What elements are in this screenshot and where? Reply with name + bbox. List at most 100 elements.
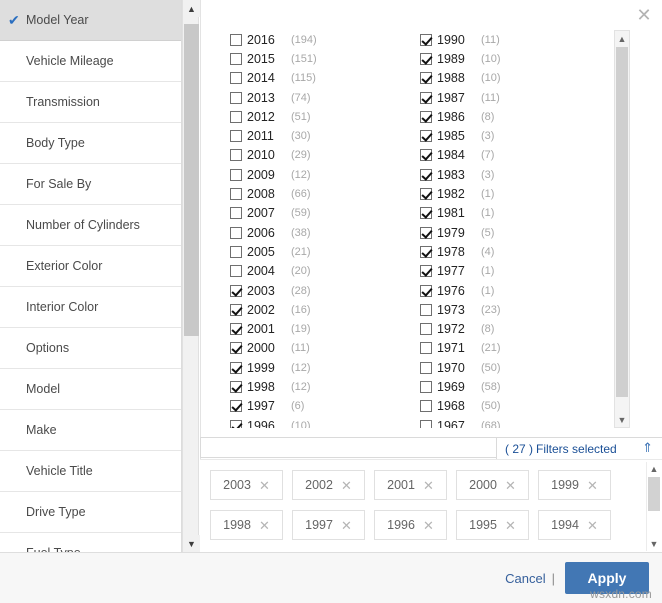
option-list-scroll-up-icon[interactable]: ▲ xyxy=(615,31,629,46)
year-option-row[interactable]: 2010 (29) xyxy=(230,146,415,165)
year-option-row[interactable]: 2014 (115) xyxy=(230,69,415,88)
year-option-row[interactable]: 1998 (12) xyxy=(230,377,415,396)
checkbox-icon[interactable] xyxy=(420,245,432,258)
checkbox-icon[interactable] xyxy=(420,149,432,162)
year-option-row[interactable]: 2011 (30) xyxy=(230,126,415,145)
close-icon[interactable]: ✕ xyxy=(505,479,516,492)
year-option-row[interactable]: 1997 (6) xyxy=(230,397,415,416)
filter-tag[interactable]: 2003 ✕ xyxy=(210,470,283,500)
option-list-scroll-down-icon[interactable]: ▼ xyxy=(615,412,629,427)
filter-tag[interactable]: 1994 ✕ xyxy=(538,510,611,540)
year-option-row[interactable]: 2008 (66) xyxy=(230,184,415,203)
sidebar-item-exterior-color[interactable]: Exterior Color xyxy=(0,246,181,287)
checkbox-icon[interactable] xyxy=(230,361,242,374)
checkbox-icon[interactable] xyxy=(420,188,432,201)
option-list-scrollbar[interactable]: ▲ ▼ xyxy=(614,30,630,428)
checkbox-icon[interactable] xyxy=(230,303,242,316)
sidebar-item-model-year[interactable]: ✔ Model Year xyxy=(0,0,181,41)
sidebar-item-options[interactable]: Options xyxy=(0,328,181,369)
checkbox-icon[interactable] xyxy=(230,207,242,220)
checkbox-icon[interactable] xyxy=(230,226,242,239)
year-option-row[interactable]: 2013 (74) xyxy=(230,88,415,107)
year-option-row[interactable]: 1981 (1) xyxy=(420,204,605,223)
filter-tag[interactable]: 1998 ✕ xyxy=(210,510,283,540)
checkbox-icon[interactable] xyxy=(230,91,242,104)
option-list-scrollbar-thumb[interactable] xyxy=(616,47,628,397)
checkbox-icon[interactable] xyxy=(420,226,432,239)
sidebar-scroll-down-icon[interactable]: ▼ xyxy=(183,535,200,552)
checkbox-icon[interactable] xyxy=(420,419,432,428)
close-icon[interactable]: ✕ xyxy=(587,519,598,532)
checkbox-icon[interactable] xyxy=(420,323,432,336)
checkbox-icon[interactable] xyxy=(420,303,432,316)
year-option-row[interactable]: 1971 (21) xyxy=(420,339,605,358)
checkbox-icon[interactable] xyxy=(230,110,242,123)
sidebar-item-fuel-type[interactable]: Fuel Type xyxy=(0,533,181,552)
tags-scrollbar-thumb[interactable] xyxy=(648,477,660,511)
year-option-row[interactable]: 1985 (3) xyxy=(420,126,605,145)
year-option-row[interactable]: 1987 (11) xyxy=(420,88,605,107)
checkbox-icon[interactable] xyxy=(230,130,242,143)
close-icon[interactable]: ✕ xyxy=(259,519,270,532)
year-option-row[interactable]: 2002 (16) xyxy=(230,300,415,319)
checkbox-icon[interactable] xyxy=(230,400,242,413)
sidebar-item-drive-type[interactable]: Drive Type xyxy=(0,492,181,533)
checkbox-icon[interactable] xyxy=(230,149,242,162)
year-option-row[interactable]: 2005 (21) xyxy=(230,242,415,261)
year-option-row[interactable]: 2003 (28) xyxy=(230,281,415,300)
sidebar-item-make[interactable]: Make xyxy=(0,410,181,451)
filter-tag[interactable]: 2000 ✕ xyxy=(456,470,529,500)
year-option-row[interactable]: 1972 (8) xyxy=(420,319,605,338)
close-icon[interactable]: ✕ xyxy=(423,519,434,532)
cancel-button[interactable]: Cancel xyxy=(505,571,545,586)
checkbox-icon[interactable] xyxy=(230,188,242,201)
year-option-row[interactable]: 1977 (1) xyxy=(420,262,605,281)
sidebar-scrollbar-thumb[interactable] xyxy=(184,24,199,336)
year-option-row[interactable]: 1968 (50) xyxy=(420,397,605,416)
year-option-row[interactable]: 1999 (12) xyxy=(230,358,415,377)
checkbox-icon[interactable] xyxy=(420,284,432,297)
tags-scroll-down-icon[interactable]: ▼ xyxy=(647,537,661,551)
checkbox-icon[interactable] xyxy=(420,130,432,143)
checkbox-icon[interactable] xyxy=(230,52,242,65)
year-option-row[interactable]: 1988 (10) xyxy=(420,69,605,88)
checkbox-icon[interactable] xyxy=(420,91,432,104)
year-option-row[interactable]: 1984 (7) xyxy=(420,146,605,165)
filter-tag[interactable]: 2002 ✕ xyxy=(292,470,365,500)
year-option-row[interactable]: 2000 (11) xyxy=(230,339,415,358)
sidebar-scroll-up-icon[interactable]: ▲ xyxy=(183,0,200,17)
sidebar-scrollbar[interactable]: ▲ ▼ xyxy=(182,0,200,552)
checkbox-icon[interactable] xyxy=(420,207,432,220)
close-icon[interactable]: ✕ xyxy=(505,519,516,532)
filter-tag[interactable]: 1999 ✕ xyxy=(538,470,611,500)
checkbox-icon[interactable] xyxy=(420,265,432,278)
year-option-row[interactable]: 1969 (58) xyxy=(420,377,605,396)
year-option-row[interactable]: 1983 (3) xyxy=(420,165,605,184)
checkbox-icon[interactable] xyxy=(230,419,242,428)
sidebar-item-transmission[interactable]: Transmission xyxy=(0,82,181,123)
checkbox-icon[interactable] xyxy=(230,380,242,393)
apply-button[interactable]: Apply xyxy=(565,562,649,594)
filter-tag[interactable]: 2001 ✕ xyxy=(374,470,447,500)
filter-tag[interactable]: 1995 ✕ xyxy=(456,510,529,540)
year-option-row[interactable]: 1996 (10) xyxy=(230,416,415,428)
checkbox-icon[interactable] xyxy=(230,284,242,297)
filters-selected-toggle[interactable]: ( 27 ) Filters selected ⇑ xyxy=(496,437,662,459)
year-option-row[interactable]: 1967 (68) xyxy=(420,416,605,428)
checkbox-icon[interactable] xyxy=(230,72,242,85)
year-option-row[interactable]: 1973 (23) xyxy=(420,300,605,319)
checkbox-icon[interactable] xyxy=(230,245,242,258)
sidebar-item-for-sale-by[interactable]: For Sale By xyxy=(0,164,181,205)
close-icon[interactable]: ✕ xyxy=(341,479,352,492)
checkbox-icon[interactable] xyxy=(420,361,432,374)
checkbox-icon[interactable] xyxy=(420,380,432,393)
sidebar-item-body-type[interactable]: Body Type xyxy=(0,123,181,164)
checkbox-icon[interactable] xyxy=(420,33,432,46)
checkbox-icon[interactable] xyxy=(230,323,242,336)
year-option-row[interactable]: 1979 (5) xyxy=(420,223,605,242)
year-option-row[interactable]: 1989 (10) xyxy=(420,49,605,68)
checkbox-icon[interactable] xyxy=(230,342,242,355)
year-option-row[interactable]: 1982 (1) xyxy=(420,184,605,203)
chevron-double-up-icon[interactable]: ⇑ xyxy=(642,441,653,455)
close-icon[interactable]: ✕ xyxy=(634,6,654,26)
